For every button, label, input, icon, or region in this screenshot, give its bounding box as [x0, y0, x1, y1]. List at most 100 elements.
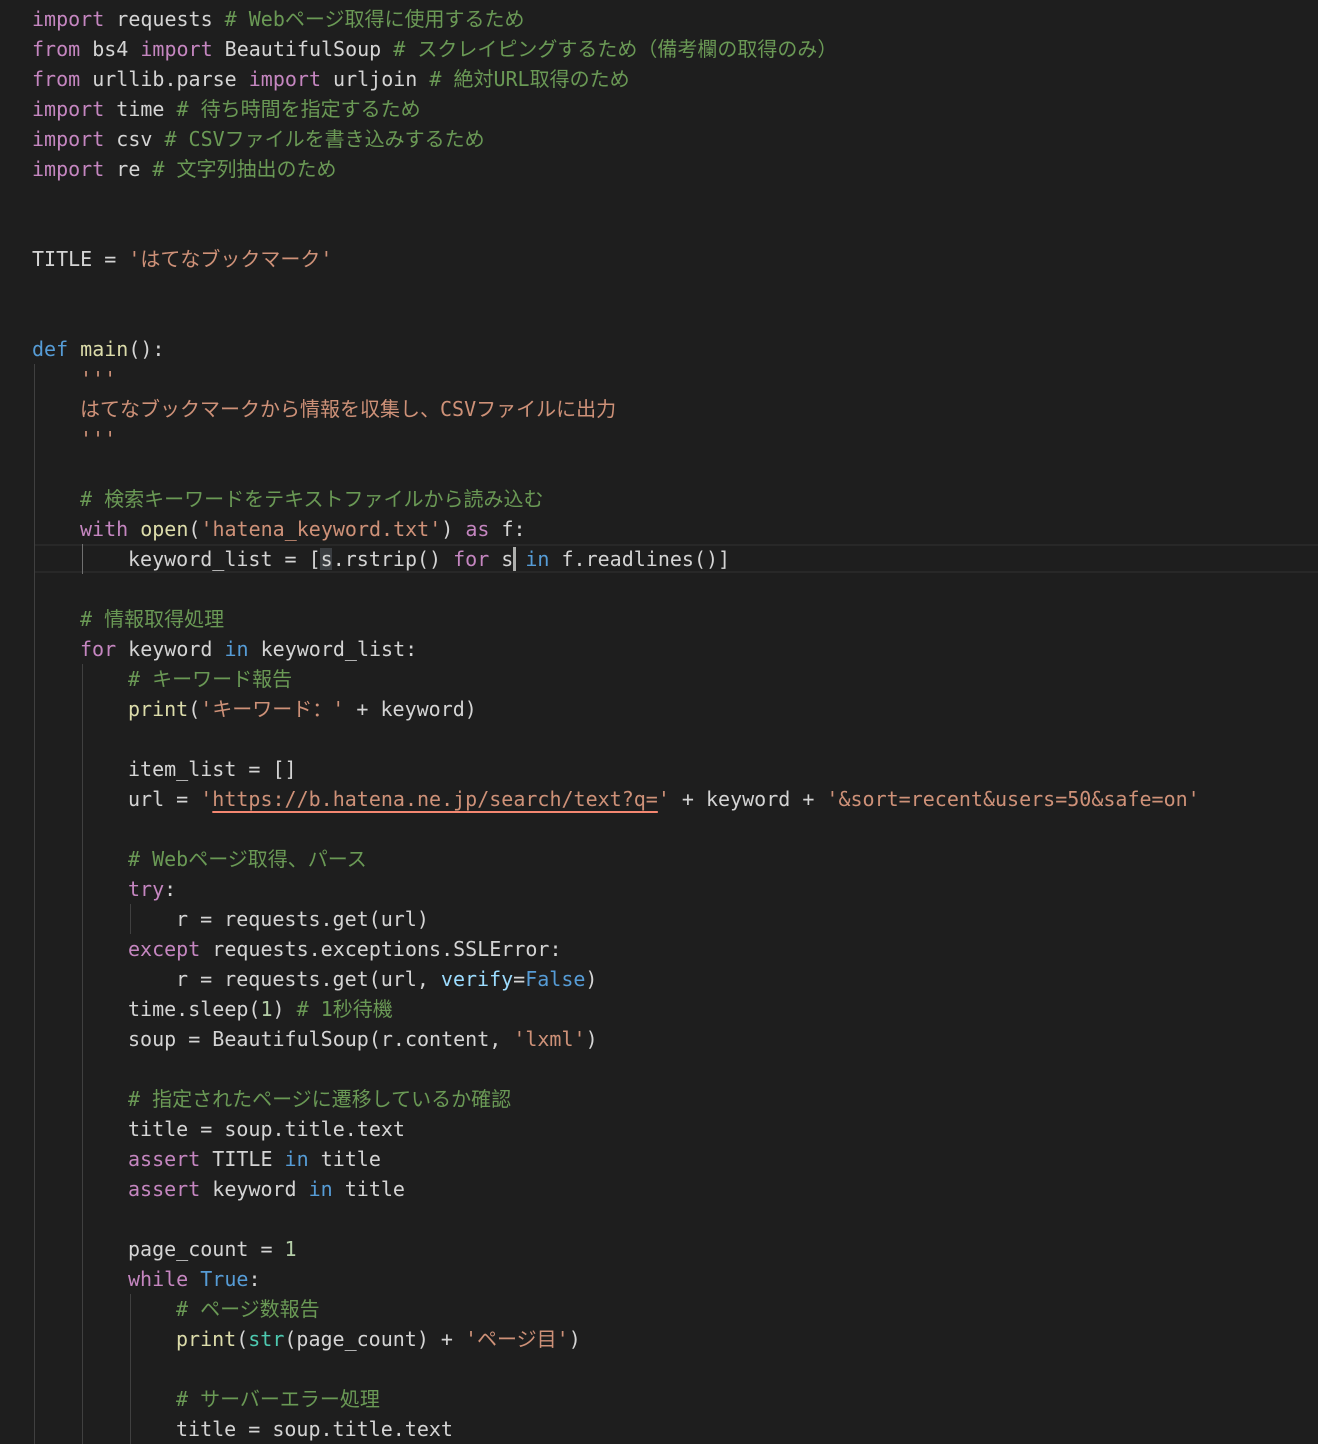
code-token: for [453, 547, 490, 571]
code-line[interactable]: while True: [128, 1264, 260, 1294]
code-line[interactable]: import requests # Webページ取得に使用するため [32, 4, 524, 34]
code-token: from [32, 67, 81, 91]
code-token: BeautifulSoup [212, 37, 394, 61]
code-token: r = requests.get(url) [176, 907, 429, 931]
code-token: ''' [80, 367, 117, 391]
code-token: import [32, 127, 105, 151]
code-token: keyword [116, 637, 225, 661]
code-token: soup = BeautifulSoup(r.content, [128, 1027, 514, 1051]
code-token: # Webページ取得に使用するため [224, 7, 525, 31]
code-token: try [128, 877, 165, 901]
code-token: verify [440, 967, 514, 991]
code-token: time [104, 97, 177, 121]
code-token: # 情報取得処理 [80, 607, 225, 631]
code-line[interactable]: # 指定されたページに遷移しているか確認 [128, 1084, 511, 1114]
code-token: # 文字列抽出のため [152, 157, 337, 181]
code-line[interactable]: item_list = [] [128, 754, 297, 784]
code-line[interactable]: # サーバーエラー処理 [176, 1384, 380, 1414]
code-token: import [140, 37, 213, 61]
code-line[interactable]: for keyword in keyword_list: [80, 634, 417, 664]
code-token: 'ページ目' [465, 1327, 569, 1351]
indent-guide [130, 1294, 131, 1444]
code-token: (): [128, 337, 165, 361]
code-token: str [248, 1327, 285, 1351]
code-line[interactable]: # 情報取得処理 [80, 604, 224, 634]
code-line[interactable]: # ページ数報告 [176, 1294, 320, 1324]
code-token: 'キーワード：' [200, 697, 345, 721]
code-token: # 1秒待機 [296, 997, 393, 1021]
code-line[interactable]: title = soup.title.text [176, 1414, 453, 1444]
code-token: import [248, 67, 321, 91]
code-token: with [80, 517, 129, 541]
code-token: import [32, 7, 105, 31]
code-line[interactable]: ''' [80, 424, 116, 454]
code-line[interactable]: except requests.exceptions.SSLError: [128, 934, 561, 964]
code-line[interactable]: print(str(page_count) + 'ページ目') [176, 1324, 581, 1354]
code-token: assert [128, 1177, 201, 1201]
code-line[interactable]: keyword_list = [s.rstrip() for s in f.re… [128, 544, 730, 574]
code-token: # Webページ取得、パース [128, 847, 367, 871]
code-token: in [525, 547, 550, 571]
indent-guide [130, 904, 131, 934]
code-token: title [308, 1147, 381, 1171]
code-token: # サーバーエラー処理 [176, 1387, 380, 1411]
code-line[interactable]: import re # 文字列抽出のため [32, 154, 337, 184]
code-line[interactable]: url = 'https://b.hatena.ne.jp/search/tex… [128, 784, 1200, 814]
code-line[interactable]: r = requests.get(url) [176, 904, 429, 934]
code-token: ' [200, 787, 213, 811]
code-line[interactable]: soup = BeautifulSoup(r.content, 'lxml') [128, 1024, 598, 1054]
indent-guide [82, 664, 83, 1444]
code-line[interactable]: TITLE = 'はてなブックマーク' [32, 244, 332, 274]
code-token: 'はてなブックマーク' [128, 247, 333, 271]
code-line[interactable]: print('キーワード：' + keyword) [128, 694, 477, 724]
code-line[interactable]: assert keyword in title [128, 1174, 405, 1204]
code-token: False [525, 967, 586, 991]
code-token: ( [236, 1327, 249, 1351]
code-token: # CSVファイルを書き込みするため [164, 127, 485, 151]
code-token: for [80, 637, 117, 661]
indent-guide [82, 544, 83, 574]
code-editor[interactable]: import requests # Webページ取得に使用するため from bs… [0, 0, 1318, 1444]
code-line[interactable]: import csv # CSVファイルを書き込みするため [32, 124, 485, 154]
code-line[interactable]: ''' [80, 364, 116, 394]
code-line[interactable]: # Webページ取得、パース [128, 844, 367, 874]
code-token: s [489, 547, 526, 571]
code-token: while [128, 1267, 189, 1291]
code-token: keyword_list: [248, 637, 418, 661]
code-token: title [332, 1177, 405, 1201]
code-line[interactable]: from bs4 import BeautifulSoup # スクレイピングす… [32, 34, 837, 64]
code-token: title = soup.title.text [128, 1117, 405, 1141]
code-line[interactable]: assert TITLE in title [128, 1144, 381, 1174]
code-token: title = soup.title.text [176, 1417, 453, 1441]
code-line[interactable]: with open('hatena_keyword.txt') as f: [80, 514, 526, 544]
code-token: = [513, 967, 526, 991]
code-token: # ページ数報告 [176, 1297, 320, 1321]
code-token: bs4 [80, 37, 141, 61]
code-token: ' [657, 787, 670, 811]
code-token: ) [568, 1327, 581, 1351]
code-line[interactable]: # 検索キーワードをテキストファイルから読み込む [80, 484, 543, 514]
code-line[interactable]: try: [128, 874, 176, 904]
code-token: (page_count) + [284, 1327, 466, 1351]
code-token: from [32, 37, 81, 61]
code-token: ''' [80, 427, 117, 451]
code-token: : [248, 1267, 261, 1291]
code-token: # キーワード報告 [128, 667, 293, 691]
code-line[interactable]: time.sleep(1) # 1秒待機 [128, 994, 393, 1024]
code-token: url = [128, 787, 201, 811]
code-line[interactable]: import time # 待ち時間を指定するため [32, 94, 421, 124]
code-token: item_list = [] [128, 757, 297, 781]
code-token: True [200, 1267, 249, 1291]
code-line[interactable]: # キーワード報告 [128, 664, 292, 694]
code-token: in [284, 1147, 309, 1171]
code-token: 1 [260, 997, 273, 1021]
code-line[interactable]: title = soup.title.text [128, 1114, 405, 1144]
code-line[interactable]: def main(): [32, 334, 164, 364]
code-line[interactable]: page_count = 1 [128, 1234, 297, 1264]
code-token: 'hatena_keyword.txt' [200, 517, 442, 541]
code-line[interactable]: r = requests.get(url, verify=False) [176, 964, 597, 994]
code-line[interactable]: from urllib.parse import urljoin # 絶対URL… [32, 64, 630, 94]
code-token: # 検索キーワードをテキストファイルから読み込む [80, 487, 544, 511]
code-line[interactable]: はてなブックマークから情報を収集し、CSVファイルに出力 [80, 394, 616, 424]
